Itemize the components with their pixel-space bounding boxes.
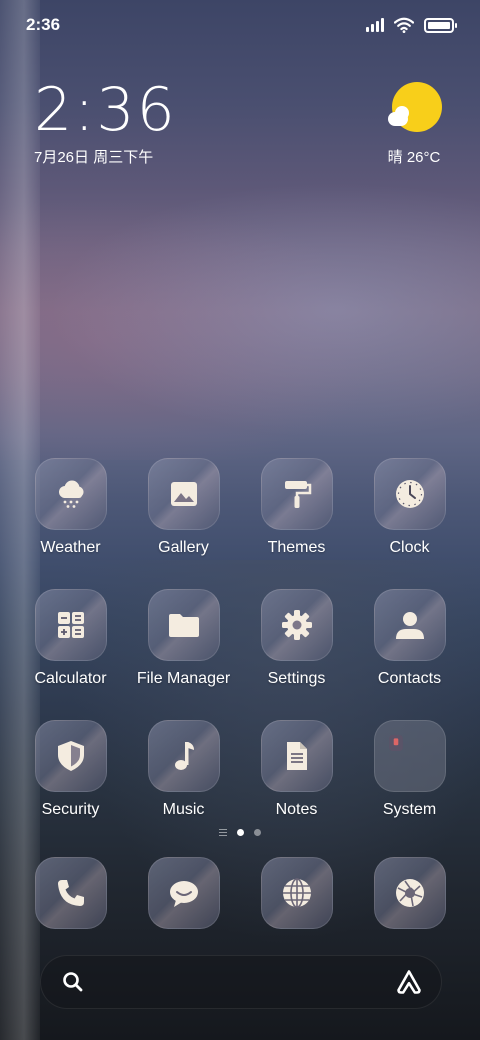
page-dot-active <box>237 829 244 836</box>
app-label-notes: Notes <box>275 801 318 818</box>
app-gallery[interactable]: Gallery <box>127 458 240 557</box>
app-security[interactable]: Security <box>14 720 127 819</box>
app-calculator[interactable]: Calculator <box>14 589 127 688</box>
shield-icon <box>34 720 107 792</box>
paint-roller-icon <box>260 458 333 530</box>
weather-text: 晴 26°C <box>387 149 441 166</box>
app-drawer-lines-icon <box>219 829 227 836</box>
dock-messages[interactable] <box>127 857 240 929</box>
document-icon <box>260 720 333 792</box>
gallery-picture-icon <box>147 458 220 530</box>
status-icons <box>366 17 457 33</box>
widget-time: 2:36 <box>34 75 177 145</box>
person-icon <box>373 589 446 661</box>
app-system[interactable]: System <box>353 720 466 819</box>
dock-phone[interactable] <box>14 857 127 929</box>
phone-icon <box>34 857 107 929</box>
app-grid: Weather Gallery Themes Clock Calculator … <box>14 458 466 819</box>
page-dot <box>254 829 261 836</box>
signal-icon <box>366 18 384 32</box>
message-bubble-icon <box>147 857 220 929</box>
app-label-calculator: Calculator <box>34 670 107 687</box>
search-icon[interactable] <box>61 970 85 994</box>
app-label-security: Security <box>41 801 100 818</box>
status-bar: 2:36 <box>0 0 480 50</box>
app-label-system: System <box>382 801 437 818</box>
app-music[interactable]: Music <box>127 720 240 819</box>
weather-snow-cloud-icon <box>34 458 107 530</box>
status-time: 2:36 <box>26 15 61 34</box>
search-bar[interactable] <box>40 955 442 1009</box>
app-label-contacts: Contacts <box>377 670 442 687</box>
dock-camera[interactable] <box>353 857 466 929</box>
app-weather[interactable]: Weather <box>14 458 127 557</box>
app-label-music: Music <box>162 801 205 818</box>
app-notes[interactable]: Notes <box>240 720 353 819</box>
folder-icon <box>373 720 446 792</box>
camera-shutter-icon <box>373 857 446 929</box>
wifi-icon <box>394 17 414 33</box>
music-note-icon <box>147 720 220 792</box>
battery-icon <box>424 17 457 33</box>
clock-icon <box>373 458 446 530</box>
calculator-icon <box>34 589 107 661</box>
dock-browser[interactable] <box>240 857 353 929</box>
app-label-weather: Weather <box>40 539 101 556</box>
app-themes[interactable]: Themes <box>240 458 353 557</box>
weather-widget[interactable]: 晴 26°C <box>384 82 444 167</box>
page-indicator[interactable] <box>0 829 480 836</box>
sun-cloud-icon <box>388 82 442 134</box>
app-label-clock: Clock <box>389 539 430 556</box>
app-contacts[interactable]: Contacts <box>353 589 466 688</box>
widget-date: 7月26日 周三下午 <box>34 149 154 166</box>
assistant-icon[interactable] <box>395 968 423 996</box>
app-settings[interactable]: Settings <box>240 589 353 688</box>
app-label-settings: Settings <box>267 670 326 687</box>
gear-icon <box>260 589 333 661</box>
app-label-file-manager: File Manager <box>136 670 231 687</box>
clock-widget[interactable]: 2:36 7月26日 周三下午 <box>34 78 177 167</box>
folder-icon <box>147 589 220 661</box>
app-clock[interactable]: Clock <box>353 458 466 557</box>
app-label-themes: Themes <box>267 539 326 556</box>
dock <box>14 857 466 929</box>
app-label-gallery: Gallery <box>158 539 209 556</box>
globe-icon <box>260 857 333 929</box>
app-file-manager[interactable]: File Manager <box>127 589 240 688</box>
